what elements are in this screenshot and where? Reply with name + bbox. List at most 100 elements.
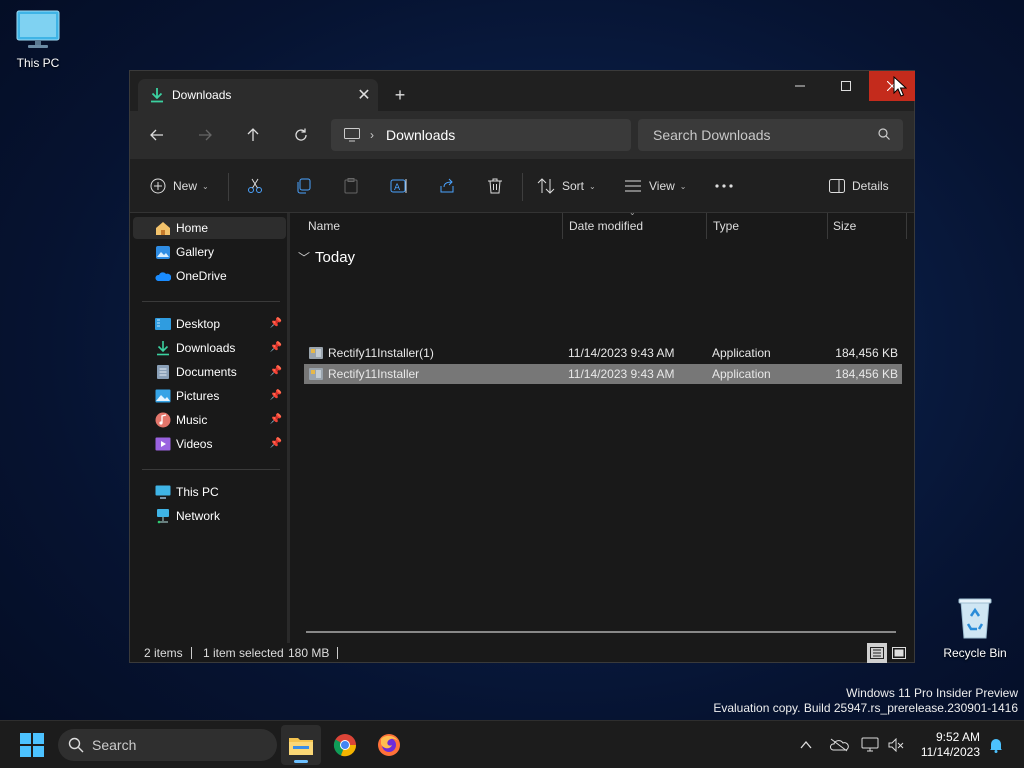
file-name: Rectify11Installer — [328, 367, 420, 381]
status-selected: 1 item selected — [203, 646, 284, 660]
back-button[interactable] — [141, 121, 173, 149]
minimize-icon — [795, 85, 805, 87]
application-icon — [308, 345, 324, 364]
firefox-icon — [378, 734, 400, 756]
pin-icon[interactable]: 📌 — [270, 438, 282, 449]
file-row-selected[interactable]: Rectify11Installer 11/14/2023 9:43 AM Ap… — [304, 364, 902, 384]
view-icon — [625, 180, 641, 192]
sidebar-item-downloads[interactable]: Downloads 📌 — [133, 337, 286, 359]
sidebar-item-pictures[interactable]: Pictures 📌 — [133, 385, 286, 407]
tab-downloads[interactable]: Downloads ✕ — [138, 79, 378, 111]
sidebar-item-desktop[interactable]: Desktop 📌 — [133, 313, 286, 335]
pin-icon[interactable]: 📌 — [270, 390, 282, 401]
desktop-icon — [155, 316, 171, 332]
desktop-this-pc-label: This PC — [16, 56, 60, 70]
tab-close-icon[interactable]: ✕ — [350, 85, 378, 105]
file-type: Application — [712, 346, 771, 360]
share-button[interactable] — [439, 173, 455, 199]
column-divider[interactable] — [827, 213, 828, 239]
sidebar-item-this-pc[interactable]: This PC — [133, 481, 286, 503]
close-button[interactable] — [869, 71, 915, 101]
downloads-icon — [155, 340, 171, 356]
taskbar-file-explorer[interactable] — [281, 725, 321, 765]
desktop-this-pc[interactable]: This PC — [0, 10, 76, 70]
delete-button[interactable] — [487, 173, 503, 199]
notifications-button[interactable] — [986, 733, 1006, 757]
file-row[interactable]: Rectify11Installer(1) 11/14/2023 9:43 AM… — [304, 343, 902, 363]
taskbar-clock[interactable]: 9:52 AM 11/14/2023 — [906, 730, 980, 760]
chrome-icon — [333, 734, 357, 757]
sort-button[interactable]: Sort ⌄ — [537, 173, 596, 199]
column-header-name[interactable]: Name — [308, 213, 340, 239]
taskbar-search[interactable]: Search — [58, 729, 277, 761]
minimize-button[interactable] — [777, 71, 823, 101]
music-icon — [155, 412, 171, 428]
column-divider[interactable] — [562, 213, 563, 239]
more-options-button[interactable] — [714, 173, 734, 199]
paste-button[interactable] — [343, 173, 359, 199]
sidebar-item-documents[interactable]: Documents 📌 — [133, 361, 286, 383]
search-input[interactable]: Search Downloads — [638, 119, 903, 151]
sidebar-item-music[interactable]: Music 📌 — [133, 409, 286, 431]
column-type-label: Type — [713, 219, 740, 233]
network-tray-button[interactable] — [859, 733, 881, 757]
group-header-today[interactable]: ﹀ Today — [298, 249, 355, 266]
cut-button[interactable] — [247, 173, 263, 199]
paste-icon — [344, 178, 358, 194]
onedrive-tray-button[interactable] — [828, 733, 850, 757]
new-tab-button[interactable]: + — [388, 83, 412, 107]
column-divider[interactable] — [906, 213, 907, 239]
column-header-type[interactable]: Type — [713, 213, 739, 239]
search-icon — [878, 128, 890, 140]
volume-tray-button[interactable] — [886, 733, 906, 757]
sidebar-item-label: Documents — [176, 365, 237, 379]
details-view-button[interactable] — [867, 643, 887, 663]
pin-icon[interactable]: 📌 — [270, 366, 282, 377]
details-pane-button[interactable]: Details — [829, 173, 889, 199]
rename-button[interactable]: A — [390, 173, 408, 199]
address-bar[interactable]: › Downloads — [331, 119, 631, 151]
column-divider[interactable] — [706, 213, 707, 239]
start-button[interactable] — [12, 725, 52, 765]
pin-icon[interactable]: 📌 — [270, 414, 282, 425]
sidebar-item-home[interactable]: Home — [133, 217, 286, 239]
file-list: Name Date modified ⌄ Type Size ﹀ Today R… — [290, 208, 914, 643]
desktop-recycle-bin[interactable]: Recycle Bin — [937, 596, 1013, 660]
sidebar-item-gallery[interactable]: Gallery — [133, 241, 286, 263]
tiles-view-button[interactable] — [889, 643, 909, 663]
pin-icon[interactable]: 📌 — [270, 318, 282, 329]
show-hidden-icons-button[interactable] — [796, 733, 816, 757]
new-button[interactable]: New ⌄ — [150, 173, 209, 199]
chevron-down-icon: ⌄ — [589, 181, 596, 191]
pictures-icon — [155, 388, 171, 404]
svg-text:A: A — [394, 183, 401, 193]
gallery-icon — [155, 244, 171, 260]
file-explorer-window: Downloads ✕ + › Downloads Search Downloa… — [129, 70, 915, 663]
desktop-recycle-bin-label: Recycle Bin — [943, 646, 1007, 660]
sidebar-item-label: Music — [176, 413, 208, 427]
sidebar-item-label: Network — [176, 509, 221, 523]
horizontal-scrollbar[interactable] — [306, 631, 896, 633]
sidebar-item-videos[interactable]: Videos 📌 — [133, 433, 286, 455]
up-button[interactable] — [237, 121, 269, 149]
column-size-label: Size — [833, 219, 857, 233]
column-header-size[interactable]: Size — [833, 213, 856, 239]
copy-button[interactable] — [295, 173, 311, 199]
sidebar-item-label: Desktop — [176, 317, 221, 331]
pin-icon[interactable]: 📌 — [270, 342, 282, 353]
this-pc-icon — [155, 484, 171, 500]
sidebar-item-network[interactable]: Network — [133, 505, 286, 527]
sort-icon — [537, 178, 555, 194]
taskbar-firefox[interactable] — [369, 725, 409, 765]
sidebar-divider — [142, 301, 280, 302]
maximize-button[interactable] — [823, 71, 869, 101]
sidebar-divider — [142, 469, 280, 470]
breadcrumb-downloads[interactable]: Downloads — [386, 127, 455, 143]
status-divider — [337, 647, 338, 659]
forward-button[interactable] — [189, 121, 221, 149]
sidebar-item-onedrive[interactable]: OneDrive — [133, 265, 286, 287]
taskbar-chrome[interactable] — [325, 725, 365, 765]
arrow-left-icon — [150, 129, 163, 141]
view-button[interactable]: View ⌄ — [624, 173, 687, 199]
refresh-button[interactable] — [285, 121, 317, 149]
